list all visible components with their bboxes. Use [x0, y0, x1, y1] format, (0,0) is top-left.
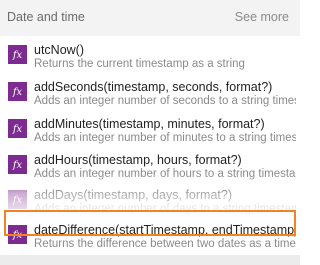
function-name: addSeconds(timestamp, seconds, format?): [34, 80, 273, 94]
function-item-addhours[interactable]: fx addHours(timestamp, hours, format?) A…: [0, 152, 300, 189]
fx-icon: fx: [8, 225, 27, 244]
function-item-addseconds[interactable]: fx addSeconds(timestamp, seconds, format…: [0, 79, 300, 116]
function-item-datedifference[interactable]: fx dateDifference(startTimestamp, endTim…: [0, 222, 300, 259]
function-description: Adds an integer number of hours to a str…: [34, 168, 296, 180]
svg-text:fx: fx: [12, 230, 23, 241]
function-description: Adds an integer number of days to a stri…: [34, 203, 296, 215]
function-description: Returns the difference between two dates…: [34, 238, 296, 250]
see-more-link[interactable]: See more: [235, 10, 289, 24]
function-item-utcnow[interactable]: fx utcNow() Returns the current timestam…: [0, 42, 300, 79]
fx-icon: fx: [8, 190, 27, 209]
function-item-adddays[interactable]: fx addDays(timestamp, days, format?) Add…: [0, 187, 300, 224]
function-description: Adds an integer number of seconds to a s…: [34, 95, 296, 107]
svg-text:fx: fx: [12, 195, 23, 206]
function-description: Adds an integer number of minutes to a s…: [34, 132, 296, 144]
fx-icon: fx: [8, 82, 27, 101]
svg-text:fx: fx: [12, 160, 23, 171]
function-name: utcNow(): [34, 43, 85, 57]
function-description: Returns the current timestamp as a strin…: [34, 58, 245, 70]
function-name: addDays(timestamp, days, format?): [34, 188, 232, 202]
svg-text:fx: fx: [12, 87, 23, 98]
fx-icon: fx: [8, 45, 27, 64]
fx-icon: fx: [8, 155, 27, 174]
section-title: Date and time: [7, 10, 85, 24]
function-name: addHours(timestamp, hours, format?): [34, 153, 242, 167]
fx-icon: fx: [8, 119, 27, 138]
svg-text:fx: fx: [12, 124, 23, 135]
svg-text:fx: fx: [12, 50, 23, 61]
section-header: Date and time See more: [0, 0, 300, 36]
function-name: dateDifference(startTimestamp, endTimest…: [34, 223, 296, 237]
function-name: addMinutes(timestamp, minutes, format?): [34, 117, 265, 131]
bottom-bar: [0, 255, 300, 265]
function-item-addminutes[interactable]: fx addMinutes(timestamp, minutes, format…: [0, 116, 300, 153]
